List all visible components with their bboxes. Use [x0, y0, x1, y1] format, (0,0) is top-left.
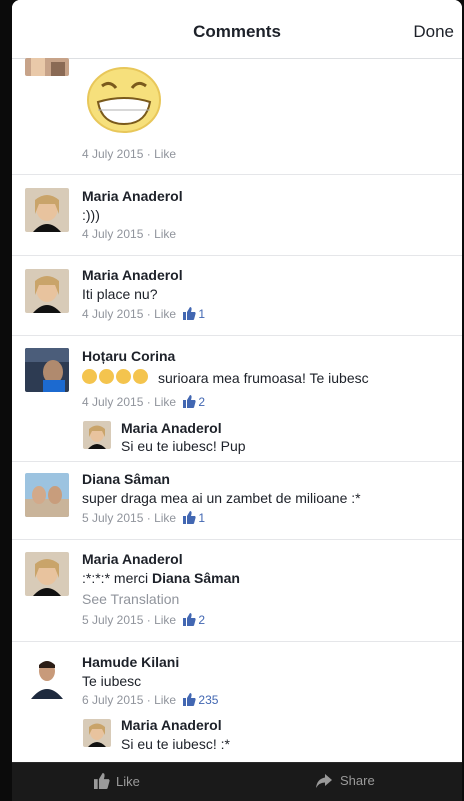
avatar[interactable]: [25, 269, 69, 313]
thumbs-up-icon: [183, 307, 197, 323]
like-link[interactable]: Like: [154, 395, 176, 409]
comment-text: :))): [82, 207, 100, 223]
like-count[interactable]: 235: [198, 693, 218, 707]
divider: [12, 641, 462, 642]
comment-meta: 5 July 2015 · Like 2: [82, 613, 206, 629]
sheet-pointer: [231, 753, 249, 762]
avatar[interactable]: [25, 655, 69, 699]
comment-text-body: :*:*:* merci: [82, 570, 149, 586]
avatar[interactable]: [25, 58, 69, 76]
emoji-row: [82, 369, 148, 384]
comment-meta: 4 July 2015 · Like: [82, 147, 177, 161]
divider: [12, 335, 462, 336]
smiling-face-icon: [133, 369, 148, 384]
comment-author[interactable]: Hoțaru Corina: [82, 348, 175, 364]
comment-meta: 4 July 2015 · Like 1: [82, 307, 206, 323]
divider: [12, 539, 462, 540]
avatar[interactable]: [25, 473, 69, 517]
comment-date: 5 July 2015: [82, 613, 144, 627]
thumbs-up-icon: [94, 773, 110, 792]
divider: [12, 461, 462, 462]
like-action-button[interactable]: Like: [94, 773, 140, 792]
like-action-label: Like: [116, 774, 140, 789]
like-link[interactable]: Like: [154, 613, 176, 627]
comment-meta: 5 July 2015 · Like 1: [82, 511, 206, 527]
comment-meta: 4 July 2015 · Like 2: [82, 395, 206, 411]
smiling-face-icon: [99, 369, 114, 384]
comments-header: Comments Done: [12, 0, 462, 59]
avatar[interactable]: [25, 348, 69, 392]
reply-author[interactable]: Maria Anaderol: [121, 717, 222, 733]
comment-text: super draga mea ai un zambet de milioane…: [82, 490, 361, 506]
comment-author[interactable]: Maria Anaderol: [82, 188, 183, 204]
comment-text: Iti place nu?: [82, 286, 158, 302]
see-translation-link[interactable]: See Translation: [82, 591, 179, 607]
comment-date: 4 July 2015: [82, 147, 144, 161]
bottom-action-bar: Like Share: [12, 762, 462, 801]
comment-text: Te iubesc: [82, 673, 142, 689]
thumbs-up-icon: [183, 511, 197, 527]
smiling-face-icon: [116, 369, 131, 384]
like-count[interactable]: 2: [198, 613, 205, 627]
like-link[interactable]: Like: [154, 693, 176, 707]
reply-text: Si eu te iubesc! :*: [121, 736, 230, 752]
mention-link[interactable]: Diana Sâman: [152, 570, 240, 586]
divider: [12, 174, 462, 175]
comment-date: 4 July 2015: [82, 307, 144, 321]
comment-author[interactable]: Maria Anaderol: [82, 551, 183, 567]
comment-date: 6 July 2015: [82, 693, 144, 707]
avatar[interactable]: [83, 421, 111, 449]
like-count[interactable]: 1: [198, 511, 205, 525]
laughing-sticker: [84, 64, 164, 139]
share-action-label: Share: [340, 773, 375, 788]
like-link[interactable]: Like: [154, 307, 176, 321]
reply-text: Si eu te iubesc! Pup: [121, 438, 246, 454]
comment-author[interactable]: Hamude Kilani: [82, 654, 179, 670]
like-link[interactable]: Like: [154, 511, 176, 525]
reply-author[interactable]: Maria Anaderol: [121, 420, 222, 436]
comment-date: 5 July 2015: [82, 511, 144, 525]
like-link[interactable]: Like: [154, 147, 176, 161]
avatar[interactable]: [25, 188, 69, 232]
comment-text: surioara mea frumoasa! Te iubesc: [158, 370, 369, 386]
comment-text: :*:*:* merci Diana Sâman: [82, 570, 240, 586]
comment-date: 4 July 2015: [82, 395, 144, 409]
comments-sheet: Comments Done 4 July 2015 · Like Maria A…: [12, 0, 462, 762]
share-action-button[interactable]: Share: [316, 773, 375, 791]
comments-title: Comments: [193, 22, 281, 41]
done-button[interactable]: Done: [413, 22, 454, 42]
share-arrow-icon: [316, 774, 332, 791]
thumbs-up-icon: [183, 395, 197, 411]
smiling-face-icon: [82, 369, 97, 384]
comment-meta: 6 July 2015 · Like 235: [82, 693, 219, 709]
comment-date: 4 July 2015: [82, 227, 144, 241]
like-link[interactable]: Like: [154, 227, 176, 241]
avatar[interactable]: [25, 552, 69, 596]
thumbs-up-icon: [183, 693, 197, 709]
comment-author[interactable]: Maria Anaderol: [82, 267, 183, 283]
like-count[interactable]: 1: [198, 307, 205, 321]
divider: [12, 255, 462, 256]
avatar[interactable]: [83, 719, 111, 747]
comment-meta: 4 July 2015 · Like: [82, 227, 177, 241]
like-count[interactable]: 2: [198, 395, 205, 409]
comment-author[interactable]: Diana Sâman: [82, 471, 170, 487]
thumbs-up-icon: [183, 613, 197, 629]
